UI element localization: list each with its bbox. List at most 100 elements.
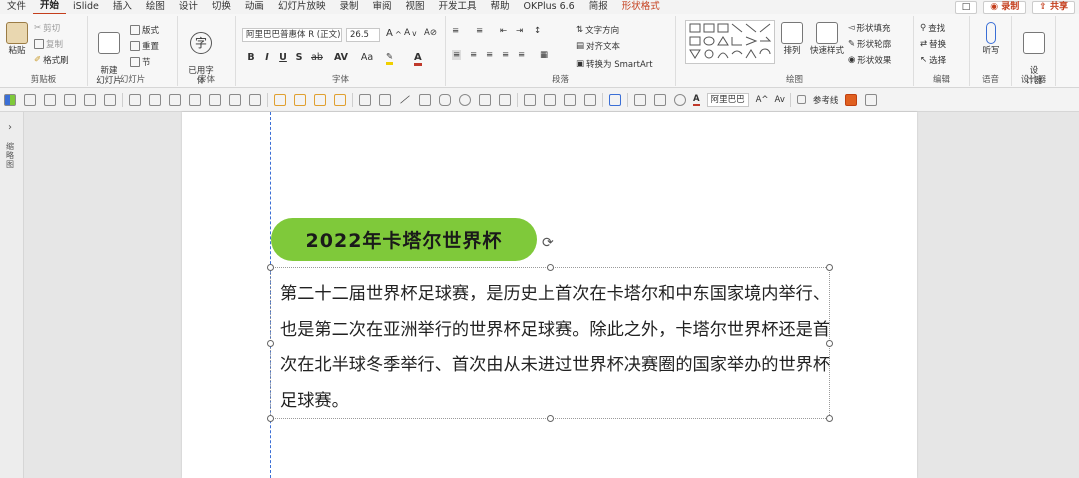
- highlight-button[interactable]: ✎: [386, 52, 394, 65]
- body-textbox[interactable]: 第二十二届世界杯足球赛，是历史上首次在卡塔尔和中东国家境内举行、也是第二次在亚洲…: [267, 264, 833, 422]
- smartart-button[interactable]: ▣ 转换为 SmartArt: [576, 58, 653, 70]
- ellipse-icon[interactable]: [459, 93, 471, 106]
- slide-body-text[interactable]: 第二十二届世界杯足球赛，是历史上首次在卡塔尔和中东国家境内举行、也是第二次在亚洲…: [280, 277, 830, 419]
- crop-icon[interactable]: [544, 93, 556, 106]
- arrange-button[interactable]: 排列: [780, 22, 804, 56]
- font-color-icon[interactable]: A: [693, 94, 700, 106]
- send-back-icon[interactable]: [334, 93, 346, 106]
- section-button[interactable]: 节: [130, 56, 151, 68]
- font-name-select[interactable]: 阿里巴巴普惠体 R (正文): [242, 28, 342, 42]
- image-alt-icon[interactable]: [584, 93, 596, 106]
- decrease-font-button[interactable]: Av: [404, 28, 417, 38]
- image-icon[interactable]: [564, 93, 576, 106]
- copy-button[interactable]: 复制: [34, 38, 63, 50]
- align-left-button[interactable]: ≡: [452, 50, 462, 60]
- font-color-button[interactable]: A: [414, 52, 422, 66]
- shrink-font-icon[interactable]: Av: [775, 95, 785, 105]
- menu-slideshow[interactable]: 幻灯片放映: [271, 0, 333, 14]
- format-painter-button[interactable]: ✐ 格式刷: [34, 54, 69, 66]
- clear-format-icon[interactable]: A⊘: [424, 28, 437, 38]
- increase-font-button[interactable]: A ^: [386, 28, 402, 39]
- comment-icon[interactable]: □: [954, 0, 978, 14]
- resize-handle-top[interactable]: [547, 264, 554, 271]
- screen-icon[interactable]: [84, 93, 96, 106]
- menu-review[interactable]: 审阅: [365, 0, 398, 14]
- shape-effects-button[interactable]: ◉ 形状效果: [848, 54, 891, 66]
- merge-shapes-icon[interactable]: [359, 93, 371, 106]
- align-right-icon[interactable]: [209, 93, 221, 106]
- guides-checkbox[interactable]: [796, 95, 806, 104]
- object-icon[interactable]: [24, 93, 36, 106]
- line-icon[interactable]: [400, 95, 410, 104]
- menu-home[interactable]: 开始: [33, 0, 67, 15]
- menu-developer[interactable]: 开发工具: [432, 0, 484, 14]
- numbering-button[interactable]: ≡: [476, 26, 483, 36]
- strikethrough-button[interactable]: ab: [308, 52, 326, 63]
- shadow-button[interactable]: S: [292, 52, 306, 63]
- resize-handle-bottom[interactable]: [547, 415, 554, 422]
- menu-islide[interactable]: iSlide: [66, 0, 106, 14]
- title-shape[interactable]: 2022年卡塔尔世界杯: [271, 218, 537, 261]
- italic-button[interactable]: I: [260, 52, 274, 63]
- arrow-icon[interactable]: [479, 93, 491, 106]
- share-button[interactable]: ⇪ 共享: [1032, 0, 1075, 14]
- menu-animations[interactable]: 动画: [238, 0, 271, 14]
- reset-button[interactable]: 重置: [130, 40, 159, 52]
- save-icon[interactable]: [44, 93, 56, 106]
- record-button[interactable]: ◉ 录制: [983, 0, 1027, 14]
- rotate-handle-icon[interactable]: ⟳: [542, 235, 558, 251]
- paste-button[interactable]: 粘贴: [4, 22, 30, 56]
- more-icon[interactable]: [865, 93, 878, 106]
- align-center-button[interactable]: ≡: [470, 50, 477, 60]
- justify-button[interactable]: ≡: [502, 50, 509, 60]
- char-spacing-button[interactable]: AV: [330, 52, 352, 63]
- circle-effect-icon[interactable]: [674, 93, 686, 106]
- cut-button[interactable]: ✂ 剪切: [34, 22, 60, 34]
- quick-styles-button[interactable]: 快速样式: [808, 22, 846, 56]
- menu-transitions[interactable]: 切换: [205, 0, 238, 14]
- align-text-button[interactable]: ▤ 对齐文本: [576, 40, 620, 52]
- freeform-icon[interactable]: [499, 93, 511, 106]
- menu-shape-format[interactable]: 形状格式: [615, 0, 667, 14]
- menu-brief[interactable]: 简报: [582, 0, 615, 14]
- font-size-select[interactable]: 26.5: [346, 28, 380, 42]
- text-direction-button[interactable]: ⇅ 文字方向: [576, 24, 619, 36]
- layout-button[interactable]: 版式: [130, 24, 159, 36]
- undo-icon[interactable]: [64, 93, 76, 106]
- resize-handle-top-left[interactable]: [267, 264, 274, 271]
- shape-fill-button[interactable]: ◅ 形状填充: [848, 22, 891, 34]
- menu-file[interactable]: 文件: [0, 0, 33, 14]
- increase-indent-button[interactable]: ⇥: [516, 26, 523, 36]
- grow-font-icon[interactable]: A^: [756, 95, 769, 105]
- columns-button[interactable]: ▦: [540, 50, 548, 60]
- menu-record[interactable]: 录制: [332, 0, 365, 14]
- find-button[interactable]: ⚲ 查找: [920, 22, 945, 34]
- rounded-rect-icon[interactable]: [439, 93, 451, 106]
- menu-insert[interactable]: 插入: [106, 0, 139, 14]
- line-spacing-button[interactable]: ↕: [534, 26, 541, 36]
- dictate-button[interactable]: 听写: [978, 22, 1004, 56]
- replace-button[interactable]: ⇄ 替换: [920, 38, 946, 50]
- pen-color-icon[interactable]: [609, 93, 621, 106]
- align-left-icon[interactable]: [169, 93, 181, 106]
- decrease-indent-button[interactable]: ⇤: [500, 26, 507, 36]
- close-box-icon[interactable]: [104, 93, 116, 106]
- addin-icon[interactable]: [845, 93, 858, 106]
- edit-shape-icon[interactable]: [379, 93, 391, 106]
- resize-handle-right[interactable]: [826, 340, 833, 347]
- menu-draw[interactable]: 绘图: [139, 0, 172, 14]
- menu-design[interactable]: 设计: [172, 0, 205, 14]
- shapes-gallery[interactable]: [685, 20, 775, 64]
- menu-okplus[interactable]: OKPlus 6.6: [517, 0, 582, 14]
- ungroup-icon[interactable]: [294, 93, 306, 106]
- group-icon[interactable]: [274, 93, 286, 106]
- distribute-v-icon[interactable]: [249, 93, 261, 106]
- bold-button[interactable]: B: [244, 52, 258, 63]
- change-case-button[interactable]: Aa: [356, 52, 378, 63]
- resize-handle-bottom-right[interactable]: [826, 415, 833, 422]
- fill-icon[interactable]: [634, 93, 646, 106]
- select-button[interactable]: ↖ 选择: [920, 54, 946, 66]
- align-right-button[interactable]: ≡: [486, 50, 493, 60]
- align-top-icon[interactable]: [149, 93, 161, 106]
- resize-handle-bottom-left[interactable]: [267, 415, 274, 422]
